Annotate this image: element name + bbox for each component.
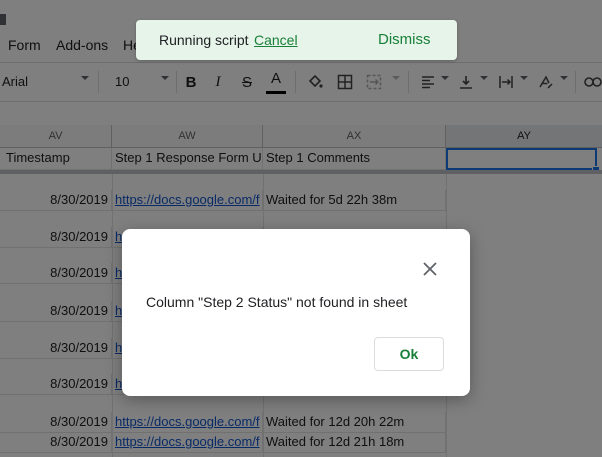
- alert-dialog: Column "Step 2 Status" not found in shee…: [122, 229, 470, 396]
- cancel-script-link[interactable]: Cancel: [254, 32, 298, 48]
- dialog-message: Column "Step 2 Status" not found in shee…: [146, 294, 408, 310]
- close-icon[interactable]: [420, 259, 440, 279]
- dismiss-button[interactable]: Dismiss: [378, 31, 431, 48]
- running-script-toast: Running script Cancel Dismiss: [136, 20, 457, 60]
- toast-message: Running script: [159, 32, 249, 48]
- ok-button[interactable]: Ok: [374, 337, 444, 371]
